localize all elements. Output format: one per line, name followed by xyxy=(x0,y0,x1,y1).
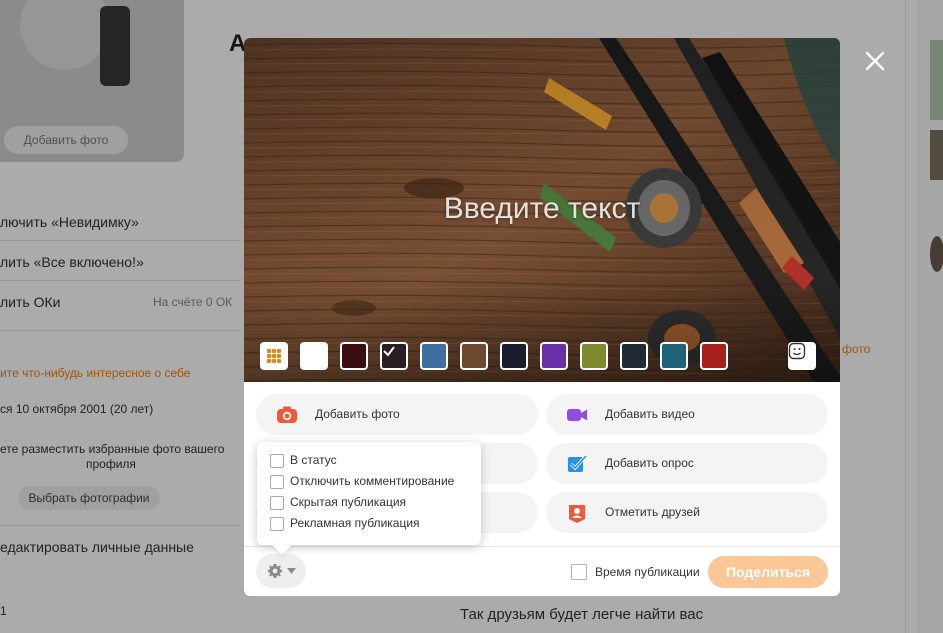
emoji-icon[interactable] xyxy=(788,342,816,370)
settings-popup: В статус Отключить комментирование Скрыт… xyxy=(257,442,481,545)
swatch-olive[interactable] xyxy=(580,342,608,370)
swatch-dark-scene[interactable] xyxy=(620,342,648,370)
checkbox[interactable] xyxy=(270,517,284,531)
add-poll-button[interactable]: Добавить опрос xyxy=(546,443,828,484)
tag-friends-button[interactable]: Отметить друзей xyxy=(546,492,828,533)
checkbox[interactable] xyxy=(270,475,284,489)
publish-time-checkbox[interactable] xyxy=(571,564,587,580)
post-editor-modal: Введите текст Добавить фото Добавить вид… xyxy=(244,38,840,596)
add-video-label: Добавить видео xyxy=(605,407,695,421)
cover-text-input[interactable]: Введите текст xyxy=(244,192,840,226)
swatch-purple-art[interactable] xyxy=(540,342,568,370)
swatch-dark-red[interactable] xyxy=(340,342,368,370)
share-button[interactable]: Поделиться xyxy=(708,556,828,588)
checkbox[interactable] xyxy=(270,454,284,468)
add-photo-label: Добавить фото xyxy=(315,407,400,421)
poll-checkbox-icon xyxy=(568,454,588,472)
video-camera-icon xyxy=(567,409,587,421)
tag-person-icon xyxy=(569,505,585,523)
swatch-blue-art[interactable] xyxy=(420,342,448,370)
publish-time-label: Время публикации xyxy=(595,565,700,579)
add-photo-button[interactable]: Добавить фото xyxy=(256,394,538,435)
option-label: Скрытая публикация xyxy=(290,495,407,509)
swatch-suit[interactable] xyxy=(500,342,528,370)
add-video-button[interactable]: Добавить видео xyxy=(546,394,828,435)
option-label: Рекламная публикация xyxy=(290,516,420,530)
swatch-white[interactable] xyxy=(300,342,328,370)
option-label: Отключить комментирование xyxy=(290,474,455,488)
settings-button[interactable] xyxy=(256,554,306,588)
checkbox[interactable] xyxy=(270,496,284,510)
tag-friends-label: Отметить друзей xyxy=(605,505,700,519)
swatch-brown-art[interactable] xyxy=(460,342,488,370)
camera-icon xyxy=(277,406,297,423)
swatch-red[interactable] xyxy=(700,342,728,370)
swatch-cyan-art[interactable] xyxy=(660,342,688,370)
gear-icon xyxy=(267,564,282,578)
checkmark-icon xyxy=(383,346,395,357)
chevron-down-icon xyxy=(286,568,296,574)
all-backgrounds-grid-icon[interactable] xyxy=(260,342,288,370)
swatch-selected[interactable] xyxy=(380,342,408,370)
cover-image: Введите текст xyxy=(244,38,840,382)
option-label: В статус xyxy=(290,453,337,467)
footer-divider xyxy=(244,546,840,547)
add-poll-label: Добавить опрос xyxy=(605,456,694,470)
close-icon[interactable] xyxy=(862,50,888,76)
